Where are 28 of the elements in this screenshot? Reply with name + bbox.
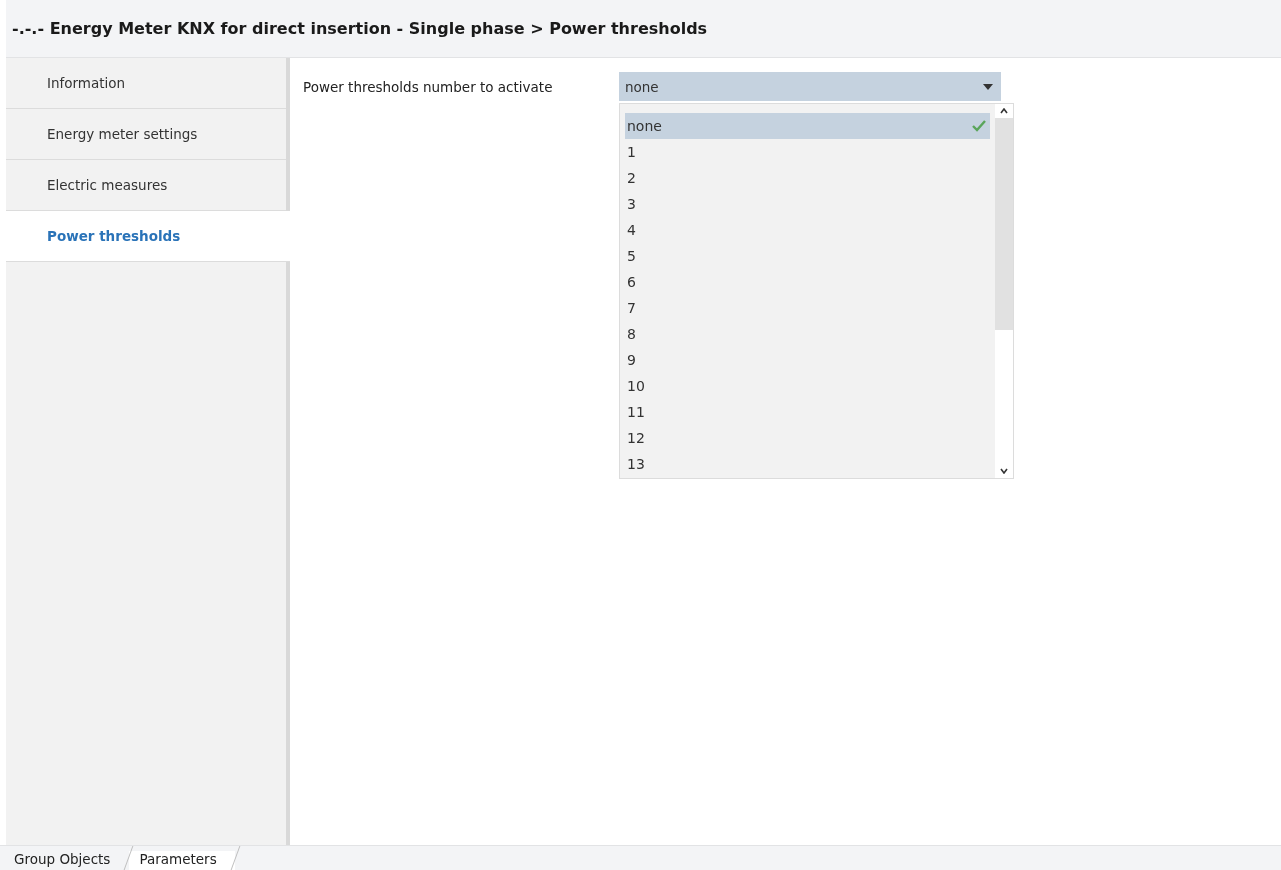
dropdown-option[interactable]: 9 [625, 347, 990, 373]
dropdown-option[interactable]: none [625, 113, 990, 139]
dropdown-option[interactable]: 12 [625, 425, 990, 451]
dropdown-option[interactable]: 8 [625, 321, 990, 347]
dropdown-option[interactable]: 5 [625, 243, 990, 269]
sidebar-item[interactable]: Information [6, 58, 286, 109]
dropdown-option[interactable]: 1 [625, 139, 990, 165]
dropdown-option[interactable]: 7 [625, 295, 990, 321]
dropdown-option[interactable]: 11 [625, 399, 990, 425]
check-icon [972, 120, 986, 132]
dropdown-option[interactable]: 6 [625, 269, 990, 295]
tab[interactable]: Parameters [129, 851, 235, 870]
dropdown-field[interactable]: none [619, 72, 1001, 101]
scroll-up-icon[interactable] [1000, 108, 1008, 114]
dropdown-option[interactable]: 3 [625, 191, 990, 217]
caret-icon [983, 83, 993, 90]
scrollbar-thumb[interactable] [995, 118, 1013, 330]
page-title: -.-.- Energy Meter KNX for direct insertion - Single phase > Power thresholds [12, 19, 708, 38]
dropdown-option[interactable]: 4 [625, 217, 990, 243]
dropdown-option[interactable]: 13 [625, 451, 990, 477]
scrollbar[interactable] [995, 104, 1013, 478]
dropdown-option[interactable]: 2 [625, 165, 990, 191]
dropdown-option[interactable]: 10 [625, 373, 990, 399]
sidebar-item[interactable]: Power thresholds [6, 211, 290, 262]
scroll-down-icon[interactable] [1000, 468, 1008, 474]
sidebar-item[interactable]: Energy meter settings [6, 109, 286, 160]
parameter-label: Power thresholds number to activate [303, 78, 554, 95]
tab[interactable]: Group Objects [0, 851, 129, 870]
